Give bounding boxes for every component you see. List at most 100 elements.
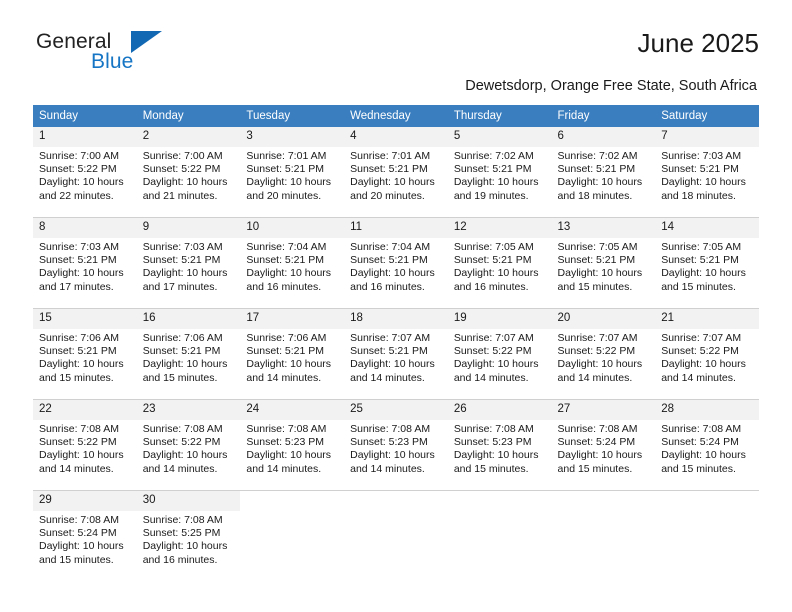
day-sun-info: Sunrise: 7:06 AM Sunset: 5:21 PM Daylight:… xyxy=(33,329,137,385)
daylight-text-line1: Daylight: 10 hours xyxy=(453,176,539,189)
calendar-day-cell[interactable]: 7 Sunrise: 7:03 AM Sunset: 5:21 PM Daylight… xyxy=(655,127,759,218)
weekday-header-monday: Monday xyxy=(136,105,241,127)
day-sun-info: Sunrise: 7:08 AM Sunset: 5:25 PM Daylight:… xyxy=(137,511,241,567)
sunset-text: Sunset: 5:21 PM xyxy=(350,345,428,358)
daylight-text-line2: and 14 minutes. xyxy=(350,371,425,384)
daylight-text-line2: and 14 minutes. xyxy=(350,462,425,475)
sunrise-text: Sunrise: 7:08 AM xyxy=(350,423,431,435)
daylight-text-line2: and 15 minutes. xyxy=(39,371,114,384)
calendar-body: 1 Sunrise: 7:00 AM Sunset: 5:22 PM Daylight… xyxy=(33,127,759,581)
sunset-text: Sunset: 5:21 PM xyxy=(142,254,221,267)
sunrise-text: Sunrise: 7:06 AM xyxy=(142,332,223,344)
calendar-day-cell[interactable]: 15 Sunrise: 7:06 AM Sunset: 5:21 PM Dayligh… xyxy=(33,308,137,400)
calendar-day-cell[interactable] xyxy=(447,490,552,581)
day-number: 14 xyxy=(655,218,759,238)
calendar-day-cell[interactable]: 11 Sunrise: 7:04 AM Sunset: 5:21 PM Dayligh… xyxy=(344,217,448,309)
daylight-text-line2: and 15 minutes. xyxy=(39,553,114,566)
daylight-text-line1: Daylight: 10 hours xyxy=(453,267,539,280)
sunrise-text: Sunrise: 7:03 AM xyxy=(39,241,119,253)
daylight-text-line2: and 15 minutes. xyxy=(557,462,633,475)
sunrise-text: Sunrise: 7:07 AM xyxy=(557,332,638,344)
calendar-day-cell[interactable]: 29 Sunrise: 7:08 AM Sunset: 5:24 PM Dayligh… xyxy=(33,490,137,581)
day-number: 25 xyxy=(344,400,448,420)
day-number: 21 xyxy=(655,309,759,329)
calendar-day-cell[interactable]: 14 Sunrise: 7:05 AM Sunset: 5:21 PM Dayligh… xyxy=(655,217,759,309)
sunrise-text: Sunrise: 7:07 AM xyxy=(661,332,742,344)
calendar-day-cell[interactable]: 4 Sunrise: 7:01 AM Sunset: 5:21 PM Daylight… xyxy=(344,127,448,218)
calendar-day-cell[interactable]: 6 Sunrise: 7:02 AM Sunset: 5:21 PM Daylight… xyxy=(551,127,656,218)
day-cell-content: 6 Sunrise: 7:02 AM Sunset: 5:21 PM Daylight… xyxy=(551,127,656,217)
day-number: 22 xyxy=(33,400,137,420)
calendar-day-cell[interactable]: 16 Sunrise: 7:06 AM Sunset: 5:21 PM Dayligh… xyxy=(136,308,241,400)
day-number: 2 xyxy=(136,127,241,147)
sunset-text: Sunset: 5:21 PM xyxy=(557,163,636,176)
daylight-text-line1: Daylight: 10 hours xyxy=(557,176,643,189)
day-number: 10 xyxy=(240,218,345,238)
day-number: 27 xyxy=(551,400,656,420)
calendar-day-cell[interactable]: 13 Sunrise: 7:05 AM Sunset: 5:21 PM Dayligh… xyxy=(551,217,656,309)
calendar-day-cell[interactable]: 26 Sunrise: 7:08 AM Sunset: 5:23 PM Dayligh… xyxy=(447,399,552,491)
calendar-day-cell[interactable]: 30 Sunrise: 7:08 AM Sunset: 5:25 PM Dayligh… xyxy=(136,490,241,581)
calendar-day-cell[interactable]: 28 Sunrise: 7:08 AM Sunset: 5:24 PM Dayligh… xyxy=(655,399,759,491)
sunrise-text: Sunrise: 7:03 AM xyxy=(661,150,742,162)
calendar-day-cell[interactable]: 17 Sunrise: 7:06 AM Sunset: 5:21 PM Dayligh… xyxy=(240,308,345,400)
calendar-day-cell[interactable]: 25 Sunrise: 7:08 AM Sunset: 5:23 PM Dayligh… xyxy=(344,399,448,491)
day-sun-info: Sunrise: 7:08 AM Sunset: 5:23 PM Daylight:… xyxy=(344,420,448,476)
daylight-text-line1: Daylight: 10 hours xyxy=(350,176,435,189)
sunrise-text: Sunrise: 7:04 AM xyxy=(350,241,431,253)
calendar-day-cell[interactable]: 9 Sunrise: 7:03 AM Sunset: 5:21 PM Daylight… xyxy=(136,217,241,309)
daylight-text-line2: and 14 minutes. xyxy=(246,371,322,384)
day-number xyxy=(552,491,656,511)
general-blue-logo[interactable]: General Blue xyxy=(33,25,216,77)
calendar-day-cell[interactable]: 19 Sunrise: 7:07 AM Sunset: 5:22 PM Dayligh… xyxy=(447,308,552,400)
calendar-day-cell[interactable]: 1 Sunrise: 7:00 AM Sunset: 5:22 PM Daylight… xyxy=(33,127,137,218)
calendar-day-cell[interactable]: 20 Sunrise: 7:07 AM Sunset: 5:22 PM Dayligh… xyxy=(551,308,656,400)
sunrise-text: Sunrise: 7:02 AM xyxy=(453,150,534,162)
calendar-day-cell[interactable]: 22 Sunrise: 7:08 AM Sunset: 5:22 PM Dayligh… xyxy=(33,399,137,491)
day-cell-content xyxy=(448,491,552,581)
sunset-text: Sunset: 5:24 PM xyxy=(557,436,636,449)
calendar-header-row: Sunday Monday Tuesday Wednesday Thursday… xyxy=(33,105,759,127)
day-sun-info: Sunrise: 7:05 AM Sunset: 5:21 PM Daylight:… xyxy=(655,238,759,294)
daylight-text-line1: Daylight: 10 hours xyxy=(246,358,332,371)
day-sun-info: Sunrise: 7:08 AM Sunset: 5:22 PM Daylight:… xyxy=(33,420,137,476)
day-sun-info: Sunrise: 7:06 AM Sunset: 5:21 PM Daylight:… xyxy=(240,329,344,385)
calendar-day-cell[interactable]: 18 Sunrise: 7:07 AM Sunset: 5:21 PM Dayligh… xyxy=(344,308,448,400)
weekday-header-sunday: Sunday xyxy=(33,105,137,127)
calendar-day-cell[interactable]: 21 Sunrise: 7:07 AM Sunset: 5:22 PM Dayligh… xyxy=(655,308,759,400)
sunset-text: Sunset: 5:22 PM xyxy=(557,345,636,358)
sunset-text: Sunset: 5:21 PM xyxy=(39,345,117,358)
sunrise-text: Sunrise: 7:08 AM xyxy=(661,423,742,435)
daylight-text-line1: Daylight: 10 hours xyxy=(142,540,228,553)
calendar-day-cell[interactable]: 10 Sunrise: 7:04 AM Sunset: 5:21 PM Dayligh… xyxy=(240,217,345,309)
daylight-text-line1: Daylight: 10 hours xyxy=(661,449,746,462)
sunrise-text: Sunrise: 7:05 AM xyxy=(557,241,638,253)
sunrise-text: Sunrise: 7:02 AM xyxy=(557,150,638,162)
daylight-text-line2: and 14 minutes. xyxy=(661,371,736,384)
calendar-day-cell[interactable]: 27 Sunrise: 7:08 AM Sunset: 5:24 PM Dayligh… xyxy=(551,399,656,491)
calendar-day-cell[interactable] xyxy=(240,490,345,581)
daylight-text-line2: and 20 minutes. xyxy=(246,189,322,202)
day-cell-content: 4 Sunrise: 7:01 AM Sunset: 5:21 PM Daylight… xyxy=(344,127,448,217)
sunset-text: Sunset: 5:22 PM xyxy=(39,163,117,176)
calendar-day-cell[interactable]: 3 Sunrise: 7:01 AM Sunset: 5:21 PM Daylight… xyxy=(240,127,345,218)
day-cell-content: 23 Sunrise: 7:08 AM Sunset: 5:22 PM Dayligh… xyxy=(136,400,241,490)
calendar-day-cell[interactable] xyxy=(344,490,448,581)
calendar-week-row: 8 Sunrise: 7:03 AM Sunset: 5:21 PM Daylight… xyxy=(33,217,759,309)
calendar-page: General Blue June 2025 Dewetsdorp, Orang… xyxy=(0,0,792,612)
daylight-text-line2: and 15 minutes. xyxy=(661,280,736,293)
calendar-day-cell[interactable]: 24 Sunrise: 7:08 AM Sunset: 5:23 PM Dayligh… xyxy=(240,399,345,491)
calendar-day-cell[interactable]: 5 Sunrise: 7:02 AM Sunset: 5:21 PM Daylight… xyxy=(447,127,552,218)
calendar-day-cell[interactable]: 8 Sunrise: 7:03 AM Sunset: 5:21 PM Daylight… xyxy=(33,217,137,309)
calendar-day-cell[interactable]: 2 Sunrise: 7:00 AM Sunset: 5:22 PM Daylight… xyxy=(136,127,241,218)
calendar-day-cell[interactable] xyxy=(551,490,656,581)
daylight-text-line1: Daylight: 10 hours xyxy=(142,358,228,371)
day-number: 24 xyxy=(240,400,345,420)
calendar-day-cell[interactable]: 12 Sunrise: 7:05 AM Sunset: 5:21 PM Dayligh… xyxy=(447,217,552,309)
sunset-text: Sunset: 5:22 PM xyxy=(142,436,221,449)
daylight-text-line1: Daylight: 10 hours xyxy=(39,540,124,553)
calendar-day-cell[interactable] xyxy=(655,490,759,581)
daylight-text-line1: Daylight: 10 hours xyxy=(453,358,539,371)
day-number: 16 xyxy=(136,309,241,329)
calendar-day-cell[interactable]: 23 Sunrise: 7:08 AM Sunset: 5:22 PM Dayligh… xyxy=(136,399,241,491)
